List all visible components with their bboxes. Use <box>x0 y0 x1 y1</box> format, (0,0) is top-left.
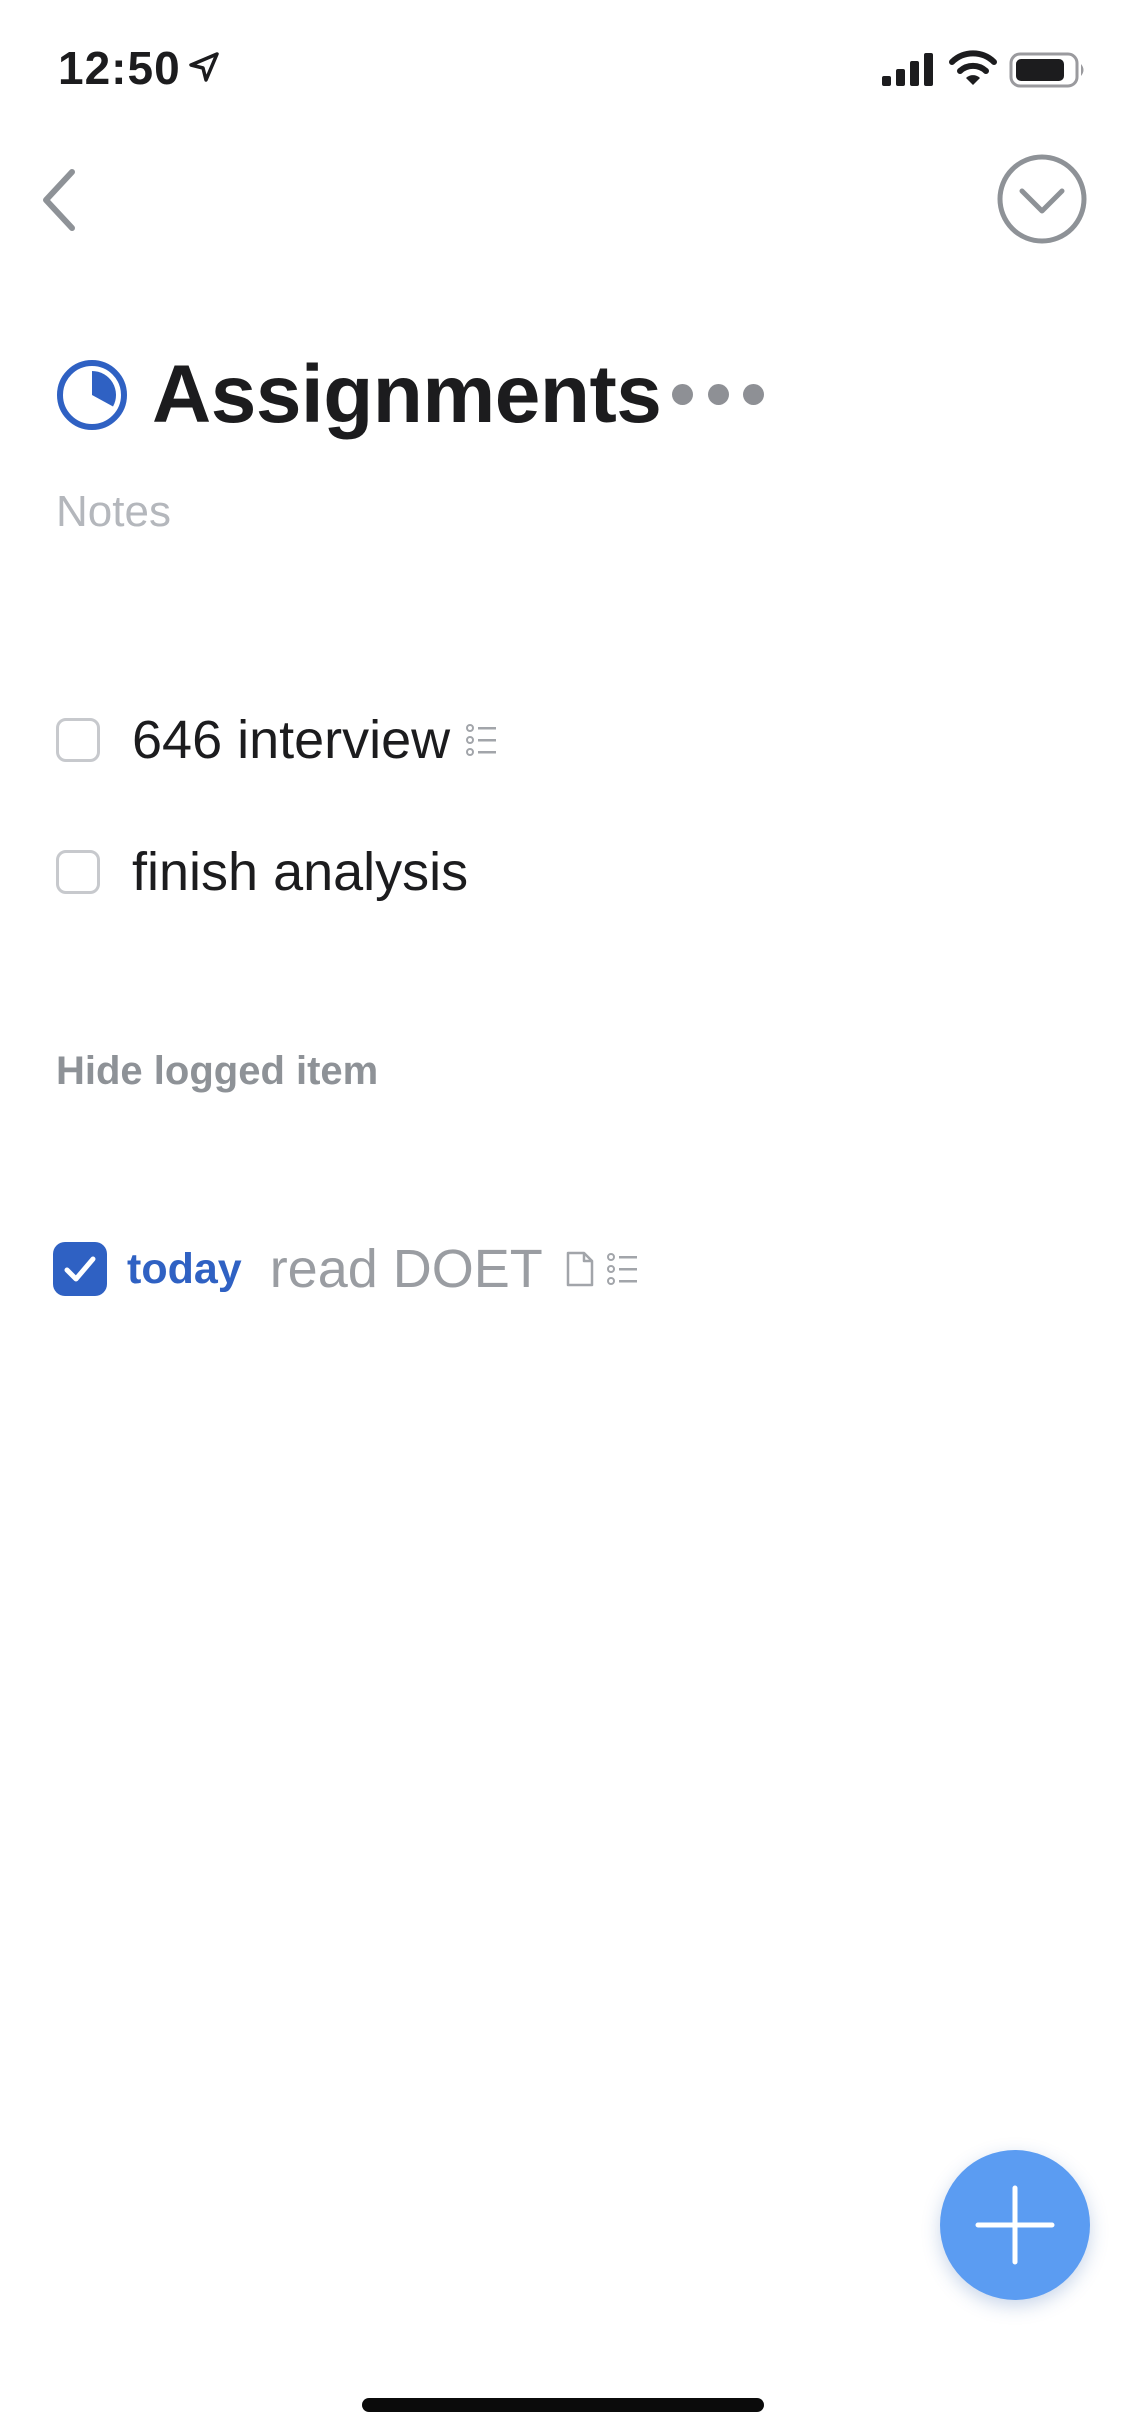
todo-checkbox[interactable] <box>56 718 100 762</box>
when-tag: today <box>127 1245 242 1293</box>
chevron-left-icon <box>43 169 75 231</box>
hide-logged-items-button[interactable]: Hide logged item <box>56 1045 378 1097</box>
checkmark-icon <box>64 1256 96 1282</box>
checked-checkbox[interactable] <box>53 1242 107 1296</box>
logged-todo-label: read DOET <box>269 1239 543 1299</box>
home-indicator <box>362 2398 764 2412</box>
checklist-icon <box>606 1253 637 1285</box>
todo-label: finish analysis <box>132 842 469 902</box>
ellipsis-icon <box>672 383 693 405</box>
back-button[interactable] <box>30 160 90 240</box>
add-todo-button[interactable] <box>940 2150 1090 2300</box>
status-time: 12:50 <box>58 42 181 94</box>
checklist-icon <box>466 724 497 756</box>
todo-label: 646 interview <box>132 710 451 770</box>
notes-field[interactable]: Notes <box>56 484 171 540</box>
todo-item[interactable]: finish analysis <box>56 827 468 917</box>
chevron-down-circle-icon <box>997 154 1087 244</box>
plus-icon <box>975 2185 1055 2265</box>
logged-todo-item[interactable]: today read DOET <box>53 1224 639 1314</box>
note-icon <box>566 1251 594 1287</box>
cellular-signal-icon <box>882 53 933 86</box>
page-title[interactable]: Assignments <box>152 345 662 445</box>
todo-checkbox[interactable] <box>56 850 100 894</box>
todo-item[interactable]: 646 interview <box>56 695 498 785</box>
complete-project-button[interactable] <box>996 153 1088 245</box>
wifi-icon <box>949 50 997 85</box>
battery-icon <box>1009 52 1084 88</box>
location-arrow-icon <box>189 52 219 82</box>
project-progress-icon <box>57 360 127 430</box>
more-options-button[interactable] <box>672 376 764 412</box>
